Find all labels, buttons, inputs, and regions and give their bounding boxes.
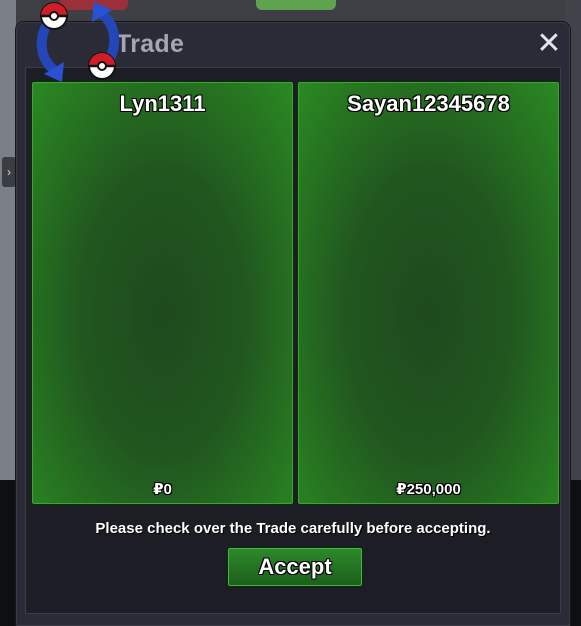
accept-button[interactable]: Accept [227,547,363,587]
trade-notice: Please check over the Trade carefully be… [95,520,491,537]
partner-money-amount: 250,000 [406,481,461,498]
partner-offer-panel: Sayan12345678 ₽250,000 [297,81,560,505]
window-title: Trade [116,30,185,58]
trade-swap-icon [36,2,120,82]
currency-icon: ₽ [153,481,164,498]
trade-window: Trade ✕ Lyn1311 ₽0 Sayan12345678 ₽250,00… [16,2,570,626]
my-offer-panel[interactable]: Lyn1311 ₽0 [31,81,294,505]
my-player-name: Lyn1311 [119,91,206,116]
partner-player-name: Sayan12345678 [347,91,510,116]
trade-body: Lyn1311 ₽0 Sayan12345678 ₽250,000 Please… [25,67,561,614]
my-money-offer[interactable]: ₽0 [32,480,293,498]
close-button[interactable]: ✕ [534,29,564,60]
side-panel-tab[interactable]: › [2,157,16,187]
currency-icon: ₽ [396,481,407,498]
background-sprite [256,0,336,10]
my-money-amount: 0 [163,481,172,498]
partner-money-offer: ₽250,000 [298,480,559,498]
